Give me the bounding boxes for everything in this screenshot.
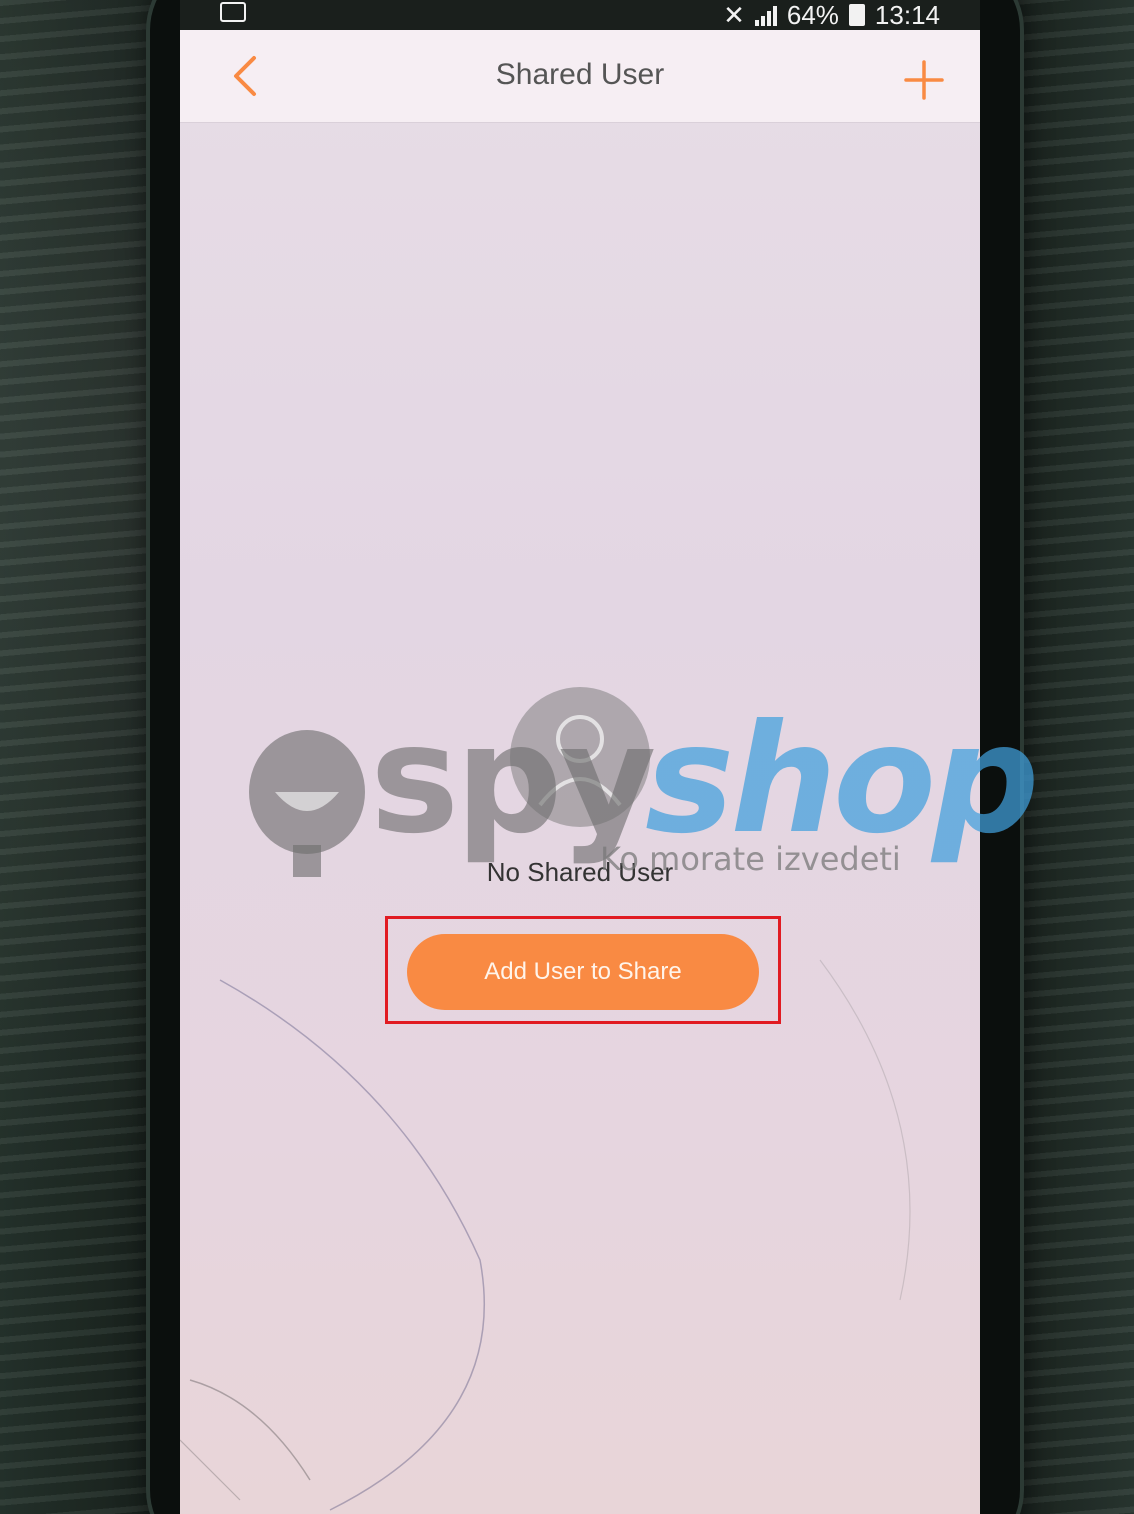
status-time: 13:14: [874, 0, 940, 30]
battery-icon: [848, 4, 865, 26]
status-left-icons: [220, 2, 246, 22]
desk-texture-right: [1004, 0, 1134, 1514]
desk-texture-left: [0, 0, 170, 1514]
battery-percent: 64%: [786, 0, 839, 30]
navigation-bar: Shared User: [180, 30, 980, 122]
add-user-button[interactable]: [904, 60, 944, 100]
user-icon: [510, 687, 650, 827]
add-user-to-share-button[interactable]: Add User to Share: [407, 934, 759, 1010]
mute-icon: ✕: [723, 0, 745, 30]
page-title: Shared User: [495, 58, 665, 91]
empty-state-message: No Shared User: [486, 857, 674, 887]
gallery-notification-icon: [220, 2, 246, 22]
app-screen: ✕ 64% 13:14 Shared User No Shared User A…: [180, 0, 980, 1514]
status-bar: ✕ 64% 13:14: [180, 0, 980, 30]
plus-icon: [904, 60, 944, 100]
signal-icon: [754, 4, 777, 26]
empty-state: No Shared User Add User to Share: [180, 122, 980, 1514]
status-right-icons: ✕ 64% 13:14: [723, 0, 940, 30]
